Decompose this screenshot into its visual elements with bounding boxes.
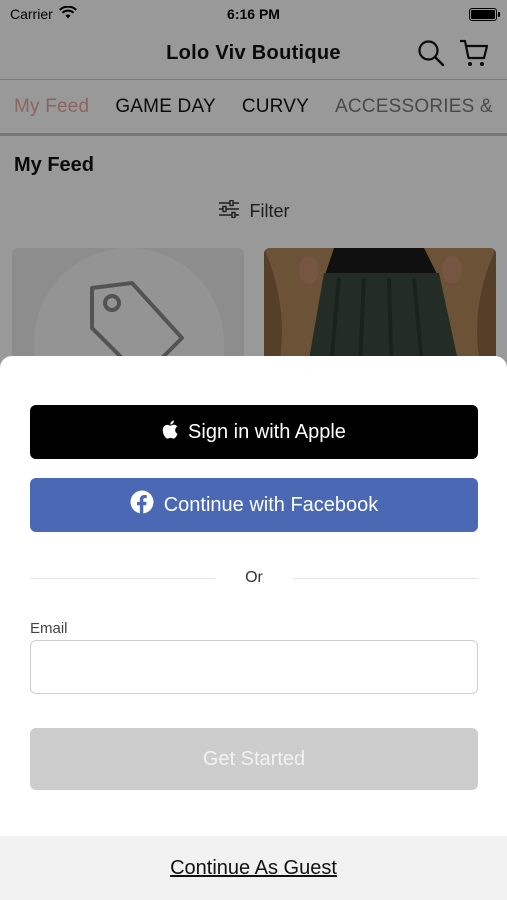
divider-line-left	[30, 577, 216, 579]
email-label: Email	[30, 620, 68, 637]
email-field[interactable]	[30, 640, 478, 694]
sign-in-apple-button[interactable]: Sign in with Apple	[30, 405, 478, 459]
apple-icon	[162, 420, 178, 445]
continue-as-guest-link[interactable]: Continue As Guest	[170, 857, 337, 880]
or-divider: Or	[30, 566, 478, 590]
sign-in-sheet: Sign in with Apple Continue with Faceboo…	[0, 356, 507, 900]
get-started-button[interactable]: Get Started	[30, 728, 478, 790]
divider-line-right	[292, 577, 478, 579]
or-label: Or	[245, 569, 263, 586]
facebook-button-label: Continue with Facebook	[163, 493, 379, 516]
facebook-icon	[130, 490, 154, 520]
guest-bar: Continue As Guest	[0, 836, 507, 900]
continue-facebook-button[interactable]: Continue with Facebook	[30, 478, 478, 532]
apple-button-label: Sign in with Apple	[188, 420, 346, 443]
